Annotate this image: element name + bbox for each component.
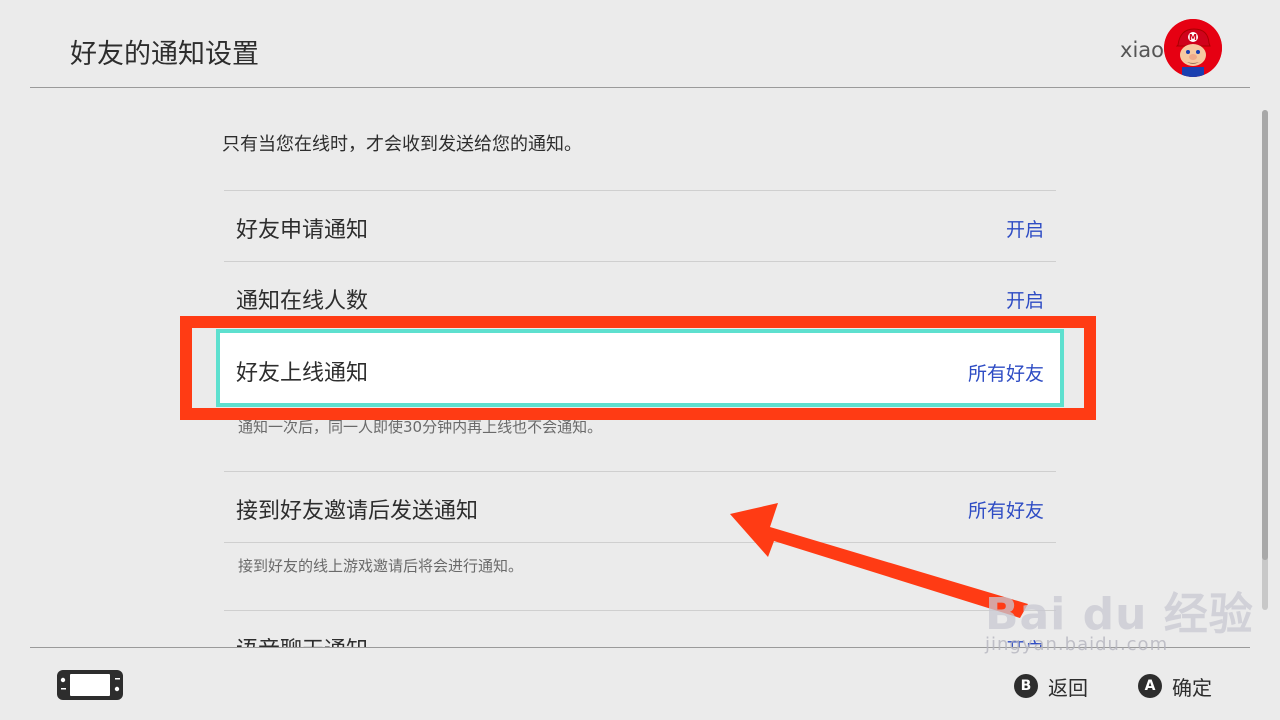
back-label: 返回 xyxy=(1048,675,1088,700)
a-button-icon: A xyxy=(1138,674,1162,698)
annotation-arrow xyxy=(730,503,1028,618)
b-button-icon: B xyxy=(1014,674,1038,698)
scrollbar-thumb[interactable] xyxy=(1262,110,1268,560)
confirm-button[interactable]: A 确定 xyxy=(1138,672,1212,700)
switch-console-icon xyxy=(56,669,124,705)
footer: B 返回 A 确定 xyxy=(0,648,1280,720)
confirm-label: 确定 xyxy=(1172,675,1212,700)
back-button[interactable]: B 返回 xyxy=(1014,672,1088,700)
scrollbar[interactable] xyxy=(1262,110,1268,610)
